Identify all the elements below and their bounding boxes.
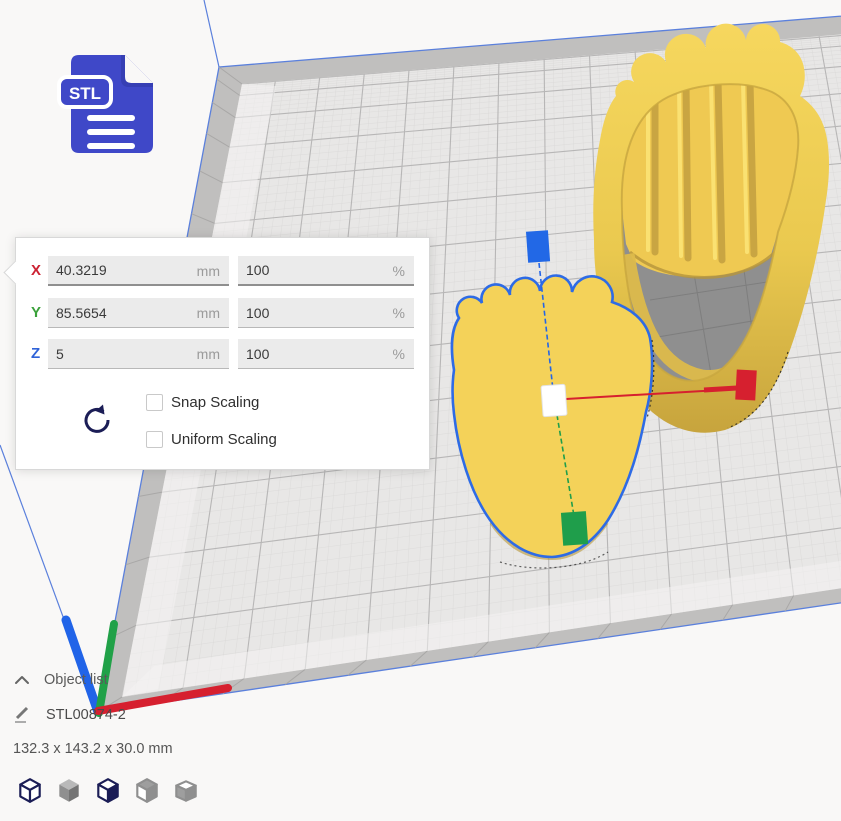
percent-unit-label: %	[393, 263, 405, 279]
gizmo-x-handle[interactable]	[735, 369, 757, 400]
snap-scaling-row: Snap Scaling	[146, 393, 259, 411]
object-list-header[interactable]: Object list	[44, 672, 108, 688]
uniform-scaling-checkbox[interactable]	[146, 431, 163, 448]
uniform-scaling-row: Uniform Scaling	[146, 430, 277, 448]
cube-3d-view-icon[interactable]	[15, 776, 45, 808]
chevron-up-icon[interactable]	[14, 674, 30, 686]
stl-file-badge: STL	[57, 53, 157, 155]
gizmo-z-handle[interactable]	[526, 230, 550, 262]
scale-y-percent-field: %	[238, 298, 414, 328]
scale-x-mm-field: mm	[48, 256, 229, 286]
scale-tool-panel: X mm % Y mm % Z mm	[15, 237, 430, 470]
reset-rotate-icon	[79, 403, 113, 437]
mm-unit-label: mm	[197, 305, 220, 321]
axis-x-label: X	[31, 262, 41, 279]
scale-x-mm-input[interactable]	[56, 256, 192, 284]
camera-view-toolbar	[15, 776, 201, 808]
cube-right-view-icon[interactable]	[171, 776, 201, 808]
scale-row-x: X mm %	[16, 256, 429, 286]
scale-y-mm-field: mm	[48, 298, 229, 328]
scale-y-percent-input[interactable]	[246, 298, 378, 327]
reset-scale-button[interactable]	[76, 401, 116, 441]
scale-x-percent-field: %	[238, 256, 414, 286]
percent-unit-label: %	[393, 346, 405, 362]
3d-viewport[interactable]: STL X mm % Y mm	[0, 0, 841, 821]
mm-unit-label: mm	[197, 263, 220, 279]
percent-unit-label: %	[393, 305, 405, 321]
object-dimensions: 132.3 x 143.2 x 30.0 mm	[13, 741, 173, 757]
scale-x-percent-input[interactable]	[246, 256, 378, 284]
mm-unit-label: mm	[197, 346, 220, 362]
scale-z-percent-input[interactable]	[246, 339, 378, 368]
object-name: STL00874-2	[46, 707, 126, 723]
scale-row-y: Y mm %	[16, 298, 429, 328]
snap-scaling-label: Snap Scaling	[171, 394, 259, 411]
snap-scaling-checkbox[interactable]	[146, 394, 163, 411]
scale-y-mm-input[interactable]	[56, 298, 192, 327]
scale-z-percent-field: %	[238, 339, 414, 369]
axis-z-label: Z	[31, 345, 40, 362]
cube-top-view-icon[interactable]	[93, 776, 123, 808]
uniform-scaling-label: Uniform Scaling	[171, 431, 277, 448]
stl-badge-label: STL	[69, 84, 101, 103]
gizmo-y-handle[interactable]	[561, 511, 588, 546]
axis-y-label: Y	[31, 304, 41, 321]
pencil-edit-icon[interactable]	[14, 706, 32, 724]
scale-z-mm-input[interactable]	[56, 339, 192, 368]
scale-row-z: Z mm %	[16, 339, 429, 369]
scale-z-mm-field: mm	[48, 339, 229, 369]
stl-file-icon: STL	[57, 53, 157, 155]
gizmo-center-handle[interactable]	[541, 384, 567, 417]
cube-front-view-icon[interactable]	[54, 776, 84, 808]
cube-left-view-icon[interactable]	[132, 776, 162, 808]
